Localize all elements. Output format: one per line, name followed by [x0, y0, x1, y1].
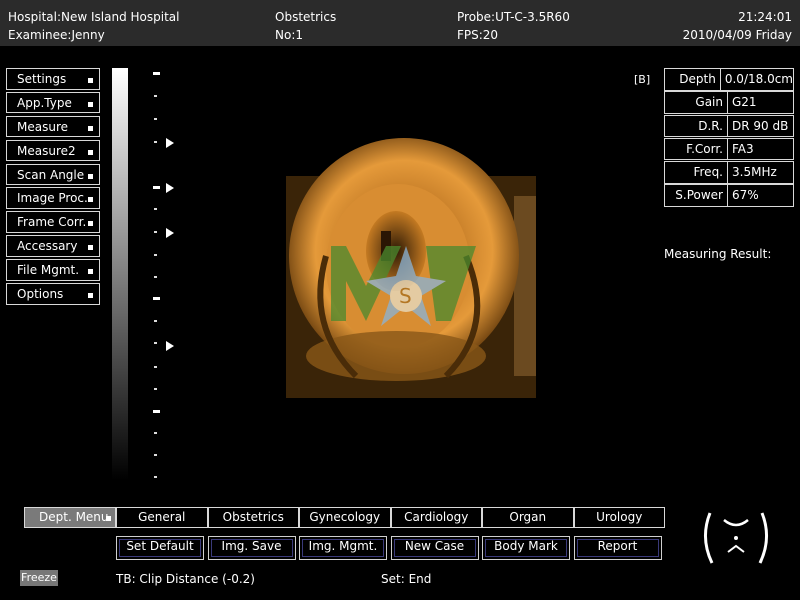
- menu-item-label: Settings: [17, 72, 67, 86]
- submenu-indicator-icon: [88, 221, 93, 227]
- menu-item-label: Image Proc.: [17, 191, 88, 206]
- menu-item-settings[interactable]: Settings: [6, 68, 100, 90]
- param-row: D.R. DR 90 dB: [664, 114, 794, 138]
- menu-item-frame-corr[interactable]: Frame Corr.: [6, 211, 100, 233]
- ultrasound-3d-image: S: [286, 138, 536, 398]
- submenu-indicator-icon: [88, 101, 93, 107]
- menu-item-label: Accessary: [17, 239, 78, 254]
- probe-info: Probe:UT-C-3.5R60: [457, 10, 570, 24]
- param-key: S.Power: [665, 185, 728, 206]
- submenu-indicator-icon: [106, 516, 111, 521]
- submenu-indicator-icon: [88, 125, 93, 131]
- menu-item-measure2[interactable]: Measure2: [6, 139, 100, 162]
- param-row: F.Corr. FA3: [664, 137, 794, 161]
- param-key: Freq.: [665, 162, 728, 183]
- param-row: Freq. 3.5MHz: [664, 161, 794, 184]
- mode-marker: [B]: [634, 73, 651, 86]
- measuring-result-label: Measuring Result:: [664, 247, 772, 261]
- grayscale-bar: [112, 68, 128, 480]
- menu-item-options[interactable]: Options: [6, 283, 100, 305]
- body-mark-button[interactable]: Body Mark: [482, 536, 570, 560]
- case-number: No:1: [275, 28, 303, 42]
- menu-item-label: App.Type: [17, 95, 72, 110]
- menu-item-file-mgmt[interactable]: File Mgmt.: [6, 259, 100, 281]
- clock-time: 21:24:01: [738, 10, 792, 24]
- set-default-button[interactable]: Set Default: [116, 536, 204, 560]
- menu-item-label: Frame Corr.: [17, 215, 87, 230]
- submenu-indicator-icon: [88, 293, 93, 299]
- submenu-indicator-icon: [88, 269, 93, 275]
- submenu-indicator-icon: [88, 149, 93, 155]
- current-date: 2010/04/09 Friday: [682, 28, 792, 42]
- report-button[interactable]: Report: [573, 536, 662, 560]
- param-value: G21: [732, 95, 757, 110]
- menu-item-label: Options: [17, 287, 64, 302]
- param-value: 67%: [732, 188, 759, 203]
- param-key: D.R.: [665, 115, 728, 137]
- tab-general[interactable]: General: [116, 507, 208, 528]
- exam-department: Obstetrics: [275, 10, 337, 24]
- top-info-bar: Hospital:New Island Hospital Examinee:Je…: [0, 0, 800, 46]
- param-row: Gain G21: [664, 91, 794, 114]
- svg-text:S: S: [399, 284, 412, 308]
- tab-gynecology[interactable]: Gynecology: [299, 507, 391, 528]
- menu-item-image-proc[interactable]: Image Proc.: [6, 187, 100, 209]
- main-menu: Settings App.Type Measure Measure2 Scan …: [6, 68, 100, 307]
- param-value: 0.0/18.0cm: [724, 72, 793, 86]
- tab-obstetrics[interactable]: Obstetrics: [207, 507, 299, 528]
- dept-menu-button[interactable]: Dept. Menu: [24, 507, 116, 528]
- menu-item-label: Measure: [17, 119, 68, 134]
- menu-item-measure[interactable]: Measure: [6, 115, 100, 138]
- body-mark-icon: [704, 512, 768, 564]
- submenu-indicator-icon: [88, 197, 93, 203]
- menu-item-label: File Mgmt.: [17, 263, 80, 278]
- depth-scale: [153, 72, 174, 478]
- img-mgmt-button[interactable]: Img. Mgmt.: [299, 536, 387, 560]
- hospital-name: Hospital:New Island Hospital: [8, 10, 180, 24]
- param-key: F.Corr.: [665, 138, 728, 160]
- submenu-indicator-icon: [88, 173, 93, 179]
- tab-organ[interactable]: Organ: [482, 507, 574, 528]
- submenu-indicator-icon: [88, 78, 93, 83]
- submenu-indicator-icon: [88, 245, 93, 251]
- param-value: 3.5MHz: [732, 165, 777, 180]
- dept-menu-bar: Dept. Menu General Obstetrics Gynecology…: [24, 507, 665, 528]
- fps-info: FPS:20: [457, 28, 499, 42]
- examinee-name: Examinee:Jenny: [8, 28, 105, 42]
- param-key: Gain: [665, 92, 728, 113]
- tab-urology[interactable]: Urology: [573, 507, 665, 528]
- action-bar: Set Default Img. Save Img. Mgmt. New Cas…: [116, 536, 665, 560]
- param-row: S.Power 67%: [664, 184, 794, 207]
- freeze-indicator[interactable]: Freeze: [20, 570, 58, 586]
- dept-menu-label: Dept. Menu: [39, 510, 109, 524]
- img-save-button[interactable]: Img. Save: [207, 536, 296, 560]
- menu-item-accessary[interactable]: Accessary: [6, 235, 100, 257]
- param-row: Depth 0.0/18.0cm: [664, 68, 794, 91]
- menu-item-app-type[interactable]: App.Type: [6, 91, 100, 114]
- menu-item-label: Scan Angle: [17, 167, 85, 182]
- parameter-panel: Depth 0.0/18.0cm Gain G21 D.R. DR 90 dB F.C…: [664, 68, 794, 208]
- param-value: DR 90 dB: [732, 118, 789, 133]
- param-value: FA3: [732, 141, 754, 156]
- param-key: Depth: [665, 69, 721, 90]
- set-status: Set: End: [381, 572, 432, 586]
- menu-item-label: Measure2: [17, 143, 76, 158]
- tab-cardiology[interactable]: Cardiology: [390, 507, 482, 528]
- menu-item-scan-angle[interactable]: Scan Angle: [6, 163, 100, 186]
- new-case-button[interactable]: New Case: [390, 536, 479, 560]
- trackball-status: TB: Clip Distance (-0.2): [116, 572, 255, 586]
